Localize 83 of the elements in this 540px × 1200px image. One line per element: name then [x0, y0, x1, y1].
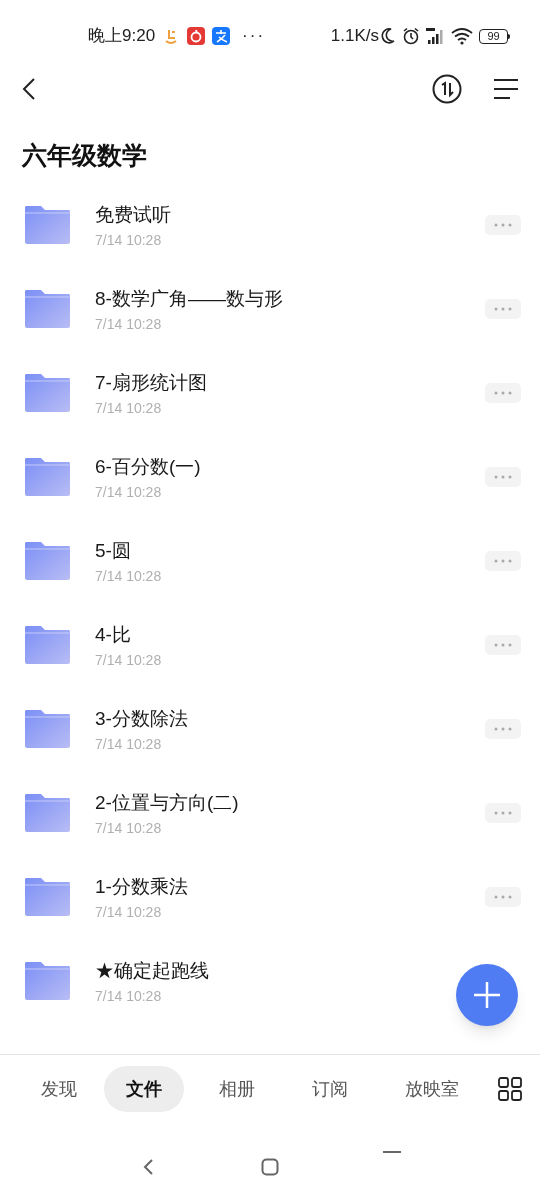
- nav-tab[interactable]: 文件: [104, 1066, 184, 1112]
- folder-row[interactable]: 1-分数乘法 7/14 10:28: [0, 855, 540, 939]
- network-speed: 1.1K/s: [330, 25, 379, 48]
- add-button[interactable]: [456, 964, 518, 1026]
- nav-home-icon[interactable]: [261, 1158, 279, 1176]
- folder-name: 4-比: [95, 622, 131, 647]
- more-icon: [494, 559, 512, 563]
- folder-icon: [24, 877, 71, 917]
- folder-icon: [24, 457, 71, 497]
- folder-date: 7/14 10:28: [95, 902, 162, 921]
- folder-icon: [24, 205, 71, 245]
- nav-tab[interactable]: 订阅: [290, 1066, 370, 1112]
- more-icon: [494, 223, 512, 227]
- wifi-icon: [451, 27, 473, 45]
- folder-name: 5-圆: [95, 538, 131, 563]
- menu-icon[interactable]: [492, 77, 520, 101]
- more-icon: [494, 307, 512, 311]
- folder-row[interactable]: 7-扇形统计图 7/14 10:28: [0, 351, 540, 435]
- folder-date: 7/14 10:28: [95, 314, 162, 333]
- more-button[interactable]: [485, 467, 521, 487]
- plus-icon: [474, 982, 500, 1008]
- grid-icon[interactable]: [498, 1077, 522, 1101]
- more-icon: [494, 727, 512, 731]
- more-button[interactable]: [485, 383, 521, 403]
- folder-date: 7/14 10:28: [95, 734, 162, 753]
- folder-row[interactable]: 免费试听 7/14 10:28: [0, 183, 540, 267]
- nav-tab[interactable]: 相册: [190, 1066, 284, 1112]
- folder-date: 7/14 10:28: [95, 650, 162, 669]
- folder-icon: [24, 793, 71, 833]
- folder-name: 2-位置与方向(二): [95, 790, 239, 815]
- folder-name: 8-数学广角——数与形: [95, 286, 283, 311]
- more-button[interactable]: [485, 215, 521, 235]
- folder-row[interactable]: 8-数学广角——数与形 7/14 10:28: [0, 267, 540, 351]
- folder-name: 3-分数除法: [95, 706, 188, 731]
- folder-row[interactable]: 2-位置与方向(二) 7/14 10:28: [0, 771, 540, 855]
- nav-tab[interactable]: 发现: [20, 1066, 98, 1112]
- more-button[interactable]: [485, 299, 521, 319]
- folder-date: 7/14 10:28: [95, 482, 162, 501]
- status-time: 晚上9:20: [88, 25, 156, 48]
- nav-tab[interactable]: 放映室: [376, 1066, 488, 1112]
- folder-name: 免费试听: [95, 202, 171, 227]
- folder-icon: [24, 289, 71, 329]
- sort-icon[interactable]: [432, 74, 462, 104]
- folder-title: 六年级数学: [20, 140, 148, 171]
- folder-name: 6-百分数(一): [95, 454, 201, 479]
- more-icon: [494, 895, 512, 899]
- folder-name: ★确定起跑线: [95, 958, 209, 983]
- more-button[interactable]: [485, 887, 521, 907]
- more-indicator: ···: [242, 25, 266, 48]
- folder-icon: [24, 625, 71, 665]
- more-button[interactable]: [485, 635, 521, 655]
- folder-date: 7/14 10:28: [95, 566, 162, 585]
- app-icon: [212, 27, 231, 45]
- more-icon: [494, 475, 512, 479]
- folder-name: 7-扇形统计图: [95, 370, 207, 395]
- moon-icon: [380, 27, 396, 45]
- more-icon: [494, 643, 512, 647]
- alarm-icon: [402, 27, 420, 45]
- folder-row[interactable]: 5-圆 7/14 10:28: [0, 519, 540, 603]
- nav-recent-icon[interactable]: [383, 1150, 401, 1154]
- battery-level: 99: [479, 28, 508, 44]
- folder-icon: [24, 541, 71, 581]
- more-button[interactable]: [485, 803, 521, 823]
- folder-icon: [24, 709, 71, 749]
- app-icon: [187, 27, 206, 45]
- folder-date: 7/14 10:28: [95, 986, 162, 1005]
- folder-date: 7/14 10:28: [95, 818, 162, 837]
- folder-date: 7/14 10:28: [95, 398, 162, 417]
- folder-row[interactable]: 3-分数除法 7/14 10:28: [0, 687, 540, 771]
- folder-name: 1-分数乘法: [95, 874, 188, 899]
- folder-date: 7/14 10:28: [95, 230, 162, 249]
- signal-icon: [425, 27, 445, 45]
- folder-row[interactable]: 4-比 7/14 10:28: [0, 603, 540, 687]
- folder-row[interactable]: 6-百分数(一) 7/14 10:28: [0, 435, 540, 519]
- back-icon[interactable]: [20, 77, 38, 101]
- more-button[interactable]: [485, 551, 521, 571]
- folder-icon: [24, 961, 71, 1001]
- folder-row[interactable]: ★确定起跑线 7/14 10:28: [0, 939, 540, 1023]
- nav-back-icon[interactable]: [142, 1158, 154, 1176]
- more-button[interactable]: [485, 719, 521, 739]
- folder-icon: [24, 373, 71, 413]
- more-icon: [494, 391, 512, 395]
- more-icon: [494, 811, 512, 815]
